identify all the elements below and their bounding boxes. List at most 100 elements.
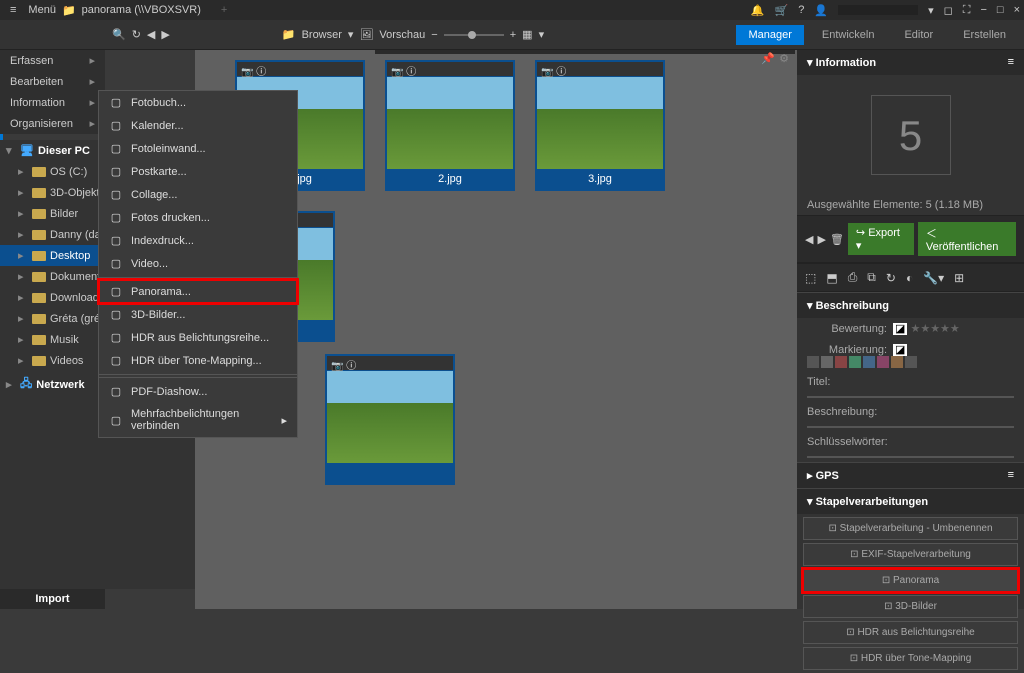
submenu-item[interactable]: ▢Kalender... [99,114,297,137]
tool-icon[interactable]: ↻ [886,271,896,285]
gps-section-header[interactable]: ▸ GPS≡ [797,462,1024,488]
info-icon: ⓘ [406,67,416,78]
image-icon[interactable]: 🖼 [359,28,373,41]
marking-value[interactable]: ◪ [893,344,907,356]
tree-network-label: Netzwerk [36,379,84,391]
submenu-item[interactable]: ▢Indexdruck... [99,229,297,252]
submenu-item[interactable]: ▢Panorama... [99,280,297,303]
selection-summary: Ausgewählte Elemente: 5 (1.18 MB) [797,195,1024,215]
submenu-item[interactable]: ▢Mehrfachbelichtungen verbinden▸ [99,403,297,437]
dropdown-icon[interactable]: ▾ [539,28,545,41]
fullscreen-icon[interactable]: ⛶ [963,4,971,17]
description-input[interactable] [807,426,1014,428]
tool-icon[interactable]: 🔧▾ [923,271,944,285]
tab-create[interactable]: Erstellen [951,25,1018,45]
submenu-item[interactable]: ▢Fotos drucken... [99,206,297,229]
camera-icon: 📷 [541,67,553,78]
title-input[interactable] [807,396,1014,398]
folder-nav-icon[interactable]: 📁 [282,28,296,41]
sidebar-menu-item[interactable]: Erfassen▸ [0,50,105,71]
minimize-icon[interactable]: − [980,4,986,16]
batch-item[interactable]: ⊡ 3D-Bilder [803,595,1018,618]
rating-value[interactable]: ◪ [893,323,907,335]
menu-icon[interactable]: ≡ [1008,56,1014,69]
import-button[interactable]: Import [0,589,105,609]
batch-item[interactable]: ⊡ Panorama [803,569,1018,592]
tool-icon[interactable]: ⊞ [954,271,964,285]
batch-item[interactable]: ⊡ HDR aus Belichtungsreihe [803,621,1018,644]
thumbnail-image [327,371,453,463]
window-path: panorama (\\VBOXSVR) [82,4,201,16]
submenu-item[interactable]: ▢Fotobuch... [99,91,297,114]
batch-section-header[interactable]: ▾ Stapelverarbeitungen [797,488,1024,514]
preview-label[interactable]: Vorschau [379,29,425,41]
maximize-icon[interactable]: □ [997,4,1004,16]
description-section-header[interactable]: ▾ Beschreibung [797,292,1024,318]
tab-manager[interactable]: Manager [736,25,803,45]
nav-forward-icon[interactable]: ▶ [817,233,825,246]
user-icon[interactable]: 👤 [814,4,828,17]
dropdown-icon[interactable]: ▾ [348,28,354,41]
batch-item[interactable]: ⊡ HDR über Tone-Mapping [803,647,1018,670]
submenu-item[interactable]: ▢PDF-Diashow... [99,380,297,403]
submenu-item[interactable]: ▢HDR aus Belichtungsreihe... [99,326,297,349]
bell-icon[interactable]: 🔔 [751,4,765,17]
help-icon[interactable]: ? [798,4,804,16]
search-icon[interactable]: 🔍 [112,28,126,41]
camera-icon: 📷 [391,67,403,78]
folder-icon: 📁 [62,4,76,17]
cart-icon[interactable]: 🛒 [775,4,789,17]
submenu-item[interactable]: ▢Fotoleinwand... [99,137,297,160]
sidebar-menu-item[interactable]: Bearbeiten▸ [0,71,105,92]
thumbnail-image [537,77,663,169]
sidebar-menu-item[interactable]: Organisieren▸ [0,113,105,134]
forward-icon[interactable]: ▶ [161,28,169,41]
thumbnail[interactable]: 📷 ⓘ 3.jpg [535,60,665,191]
browser-label[interactable]: Browser [302,29,342,41]
refresh-icon[interactable]: ↻ [132,28,141,41]
submenu-item[interactable]: ▢Video... [99,252,297,275]
info-icon: ⓘ [556,67,566,78]
tab-editor[interactable]: Editor [892,25,945,45]
nav-back-icon[interactable]: ◀ [805,233,813,246]
publish-button[interactable]: ＜ Veröffentlichen [918,222,1016,256]
window-icon[interactable]: ◻ [944,4,953,17]
tab-develop[interactable]: Entwickeln [810,25,887,45]
submenu-item[interactable]: ▢HDR über Tone-Mapping... [99,349,297,372]
menu-label[interactable]: Menü [22,2,62,18]
new-tab-button[interactable]: + [221,4,227,16]
tool-icon[interactable]: ⬚ [805,271,816,285]
close-icon[interactable]: × [1014,4,1020,16]
back-icon[interactable]: ◀ [147,28,155,41]
export-label: Export [868,227,900,239]
tool-icon[interactable]: ◐ [906,271,913,285]
zoom-slider[interactable] [444,34,504,36]
publish-label: Veröffentlichen [926,241,999,253]
dropdown-icon[interactable]: ▾ [928,4,934,17]
submenu-item[interactable]: ▢3D-Bilder... [99,303,297,326]
submenu-item[interactable]: ▢Postkarte... [99,160,297,183]
rating-label: Bewertung: [807,323,887,335]
trash-icon[interactable]: 🗑 [830,233,844,246]
tool-icon[interactable]: ⬒ [826,271,837,285]
batch-item[interactable]: ⊡ Stapelverarbeitung - Umbenennen [803,517,1018,540]
batch-item[interactable]: ⊡ EXIF-Stapelverarbeitung [803,543,1018,566]
zoom-out-icon[interactable]: − [431,29,437,41]
tool-icons-row: ⬚ ⬒ ⎙ ⧉ ↻ ◐ 🔧▾ ⊞ [797,263,1024,292]
thumbnail-image [387,77,513,169]
grid-icon[interactable]: ▦ [522,28,532,41]
tool-icon[interactable]: ⎙ [848,270,858,285]
menu-icon[interactable]: ≡ [1008,469,1014,482]
thumbnail[interactable]: 📷 ⓘ [325,354,455,485]
keywords-input[interactable] [807,456,1014,458]
thumbnail[interactable]: 📷 ⓘ 2.jpg [385,60,515,191]
hamburger-icon[interactable]: ≡ [4,2,22,18]
info-header-label: Information [816,57,877,69]
tool-icon[interactable]: ⧉ [867,270,876,285]
zoom-in-icon[interactable]: + [510,29,516,41]
export-button[interactable]: ↪ Export ▾ [848,223,914,255]
marking-label: Markierung: [807,344,887,356]
info-header[interactable]: ▾ Information≡ [797,50,1024,75]
sidebar-menu-item[interactable]: Information▸ [0,92,105,113]
submenu-item[interactable]: ▢Collage... [99,183,297,206]
